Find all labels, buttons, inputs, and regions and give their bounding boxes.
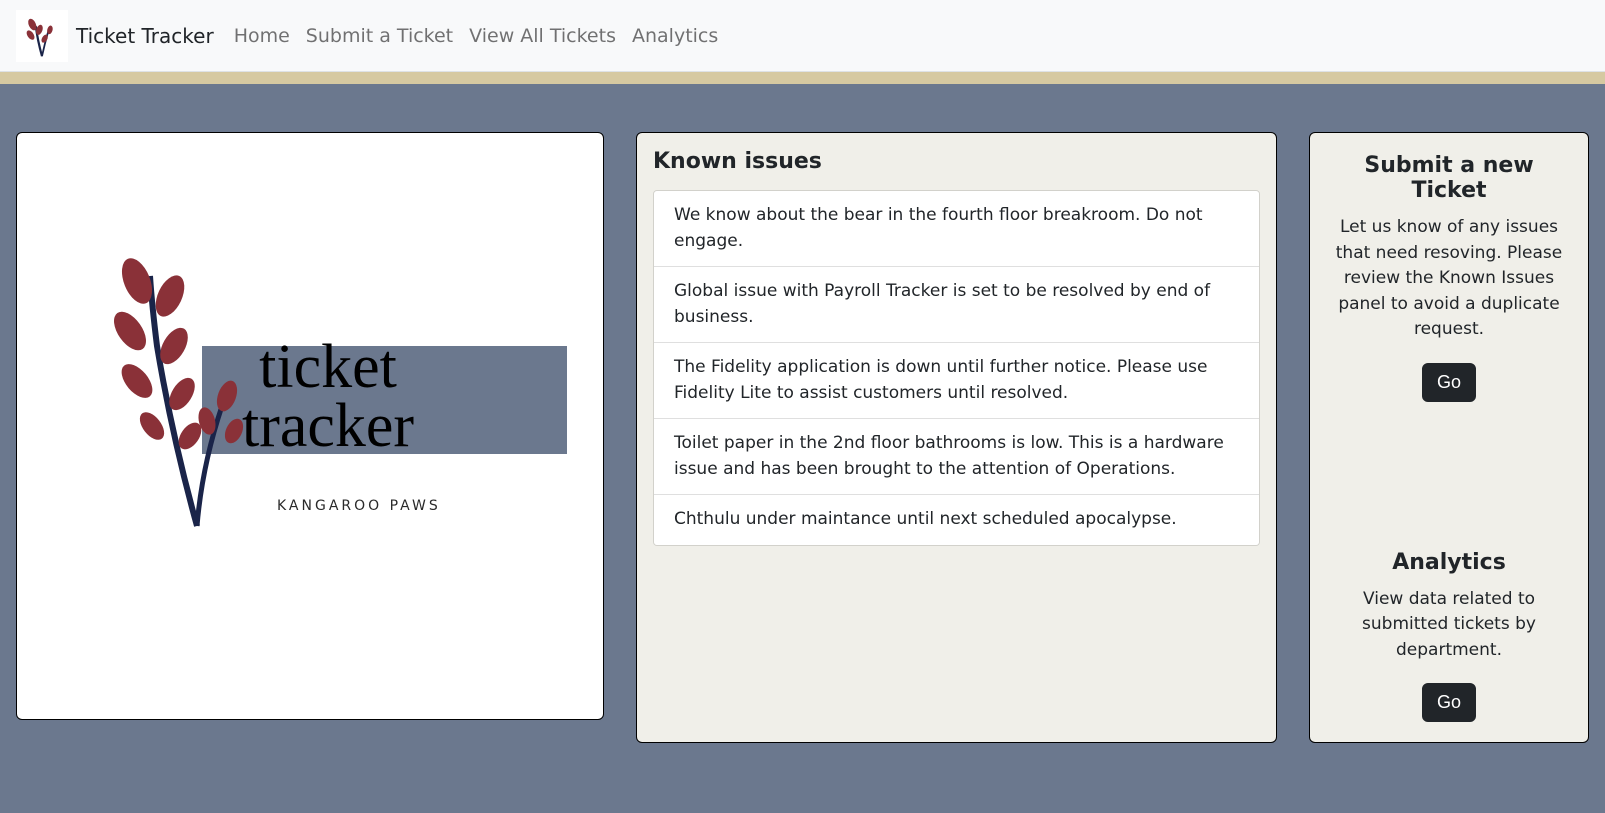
known-issues-list: We know about the bear in the fourth flo… xyxy=(653,190,1260,546)
list-item: The Fidelity application is down until f… xyxy=(654,343,1259,419)
nav-links: Home Submit a Ticket View All Tickets An… xyxy=(234,25,719,47)
side-card: Submit a new Ticket Let us know of any i… xyxy=(1309,132,1589,743)
nav-analytics[interactable]: Analytics xyxy=(632,25,718,47)
known-issues-title: Known issues xyxy=(653,149,1260,174)
list-item: Toilet paper in the 2nd floor bathrooms … xyxy=(654,419,1259,495)
list-item: Global issue with Payroll Tracker is set… xyxy=(654,267,1259,343)
submit-ticket-go-button[interactable]: Go xyxy=(1422,363,1476,402)
nav-view-all-tickets[interactable]: View All Tickets xyxy=(469,25,616,47)
analytics-go-button[interactable]: Go xyxy=(1422,683,1476,722)
logo-card: tickettracker KANGAROO PAWS xyxy=(16,132,604,720)
analytics-text: View data related to submitted tickets b… xyxy=(1326,587,1572,664)
navbar-logo xyxy=(16,10,68,62)
main-container: tickettracker KANGAROO PAWS Known issues… xyxy=(0,84,1605,775)
submit-ticket-title: Submit a new Ticket xyxy=(1326,153,1572,203)
logo-main-text: tickettracker xyxy=(242,338,414,456)
nav-home[interactable]: Home xyxy=(234,25,290,47)
analytics-section: Analytics View data related to submitted… xyxy=(1326,550,1572,723)
submit-ticket-section: Submit a new Ticket Let us know of any i… xyxy=(1326,153,1572,402)
known-issues-card: Known issues We know about the bear in t… xyxy=(636,132,1277,743)
navbar: Ticket Tracker Home Submit a Ticket View… xyxy=(0,0,1605,72)
list-item: We know about the bear in the fourth flo… xyxy=(654,191,1259,267)
branch-icon xyxy=(20,14,64,58)
list-item: Chthulu under maintance until next sched… xyxy=(654,495,1259,545)
nav-submit-ticket[interactable]: Submit a Ticket xyxy=(306,25,453,47)
logo-box: tickettracker KANGAROO PAWS xyxy=(72,276,542,576)
accent-bar xyxy=(0,72,1605,84)
logo-subtext: KANGAROO PAWS xyxy=(277,498,441,514)
submit-ticket-text: Let us know of any issues that need reso… xyxy=(1326,215,1572,343)
analytics-title: Analytics xyxy=(1326,550,1572,575)
branch-large-icon xyxy=(102,256,262,536)
navbar-brand[interactable]: Ticket Tracker xyxy=(76,24,214,48)
